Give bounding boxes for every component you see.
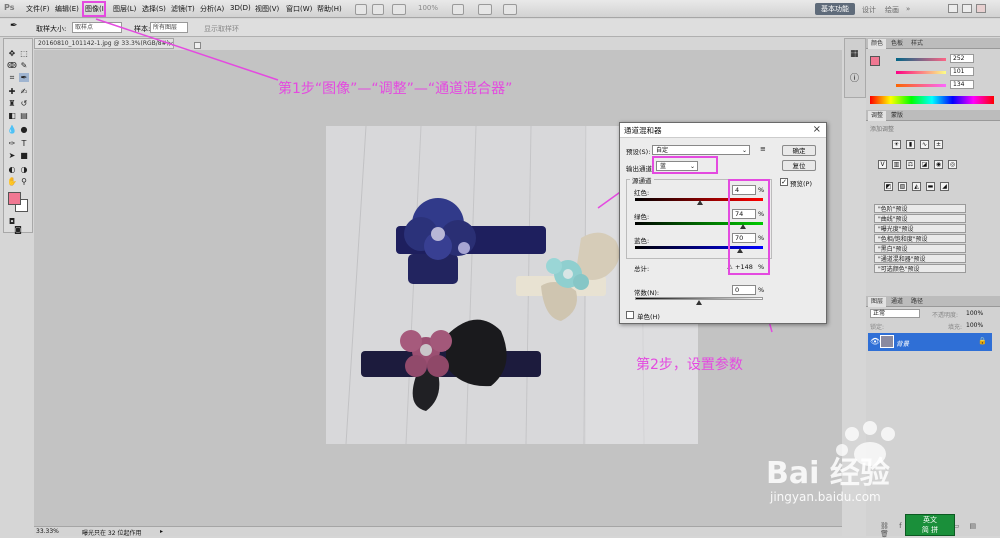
preset-curves[interactable]: "曲线"预设 [874, 214, 966, 223]
red-slider-thumb[interactable] [697, 200, 703, 205]
step1-annotation: 第1步“图像”—“调整”—“通道混合器” [278, 81, 513, 97]
tab-adjustments[interactable]: 调整 [868, 111, 887, 121]
ime-line1: 英文 [923, 516, 937, 524]
tab-channels[interactable]: 通道 [888, 297, 906, 307]
preset-options-icon[interactable]: ≡ [760, 145, 766, 153]
tab-paths[interactable]: 路径 [908, 297, 926, 307]
ime-line2: 简 拼 [921, 526, 939, 534]
blue-label: 蓝色: [634, 237, 650, 245]
history-icon[interactable]: ▦ [850, 49, 859, 59]
color-fg-swatch[interactable] [870, 56, 880, 66]
preset-black-white[interactable]: "黑白"预设 [874, 244, 966, 253]
photo-filter-icon[interactable]: ◉ [934, 160, 943, 169]
layers-panel-tabs: 图层 通道 路径 [866, 296, 1000, 307]
output-channel-label: 输出通道: [626, 165, 655, 173]
fill-label: 填充: [948, 324, 963, 331]
opacity-label: 不透明度: [932, 312, 959, 319]
baidu-watermark-text: Bai 经验 [766, 456, 890, 491]
adjust-panel-tabs: 调整 蒙版 [866, 110, 1000, 121]
r-value[interactable]: 252 [950, 54, 974, 63]
adjust-hint: 添加调整 [870, 126, 895, 133]
color-panel-tabs: 颜色 色板 样式 [866, 38, 1000, 49]
source-channels-label: 源通道 [630, 175, 654, 185]
preset-value: 自定 [656, 147, 669, 154]
selective-color-icon[interactable]: ◢ [940, 182, 949, 191]
layer-thumbnail [880, 335, 894, 348]
tab-swatches[interactable]: 色板 [888, 39, 906, 49]
tab-layers[interactable]: 图层 [868, 297, 887, 307]
preset-chevron-icon: ⌄ [741, 147, 747, 154]
panel-dock: ▦ ⓘ [844, 38, 866, 98]
invert-icon[interactable]: ◩ [884, 182, 893, 191]
blend-mode-select[interactable]: 正常 [870, 309, 920, 318]
tab-styles[interactable]: 样式 [908, 39, 926, 49]
threshold-icon[interactable]: ◭ [912, 182, 921, 191]
constant-input[interactable]: 0 [732, 285, 756, 295]
step2-annotation: 第2步，设置参数 [636, 357, 743, 373]
posterize-icon[interactable]: ▧ [898, 182, 907, 191]
layer-lock-icon: 🔒 [978, 337, 987, 345]
layer-name: 背景 [896, 340, 909, 348]
monochrome-checkbox[interactable] [626, 311, 634, 319]
preset-select[interactable]: 自定 ⌄ [652, 145, 750, 155]
preset-selective-color[interactable]: "可选颜色"预设 [874, 264, 966, 273]
g-slider[interactable] [896, 71, 946, 74]
exposure-icon[interactable]: ± [934, 140, 943, 149]
green-label: 绿色: [634, 213, 650, 221]
monochrome-label: 单色(H) [637, 313, 660, 321]
values-highlight [728, 179, 770, 275]
fill-value[interactable]: 100% [966, 322, 983, 329]
g-value[interactable]: 101 [950, 67, 974, 76]
layer-row-background[interactable]: 👁 背景 🔒 [868, 333, 992, 351]
brightness-icon[interactable]: ☀ [892, 140, 901, 149]
vibrance-icon[interactable]: V [878, 160, 887, 169]
b-slider[interactable] [896, 84, 946, 87]
baidu-watermark-url: jingyan.baidu.com [770, 490, 881, 504]
ok-button[interactable]: 确定 [782, 145, 816, 156]
red-label: 红色: [634, 189, 650, 197]
constant-label: 常数(N): [634, 289, 660, 297]
ime-indicator[interactable]: 英文 简 拼 [905, 514, 955, 536]
dialog-close-icon[interactable]: × [813, 124, 821, 135]
color-ramp[interactable] [870, 96, 994, 104]
b-value[interactable]: 134 [950, 80, 974, 89]
total-label: 总计: [634, 265, 650, 273]
preset-channel-mixer[interactable]: "通道混和器"预设 [874, 254, 966, 263]
levels-icon[interactable]: ▮ [906, 140, 915, 149]
curves-icon[interactable]: ∿ [920, 140, 929, 149]
foreground-color-swatch[interactable] [8, 192, 21, 205]
info-icon[interactable]: ⓘ [850, 71, 859, 84]
preset-hue-saturation[interactable]: "色相/饱和度"预设 [874, 234, 966, 243]
visibility-eye-icon[interactable]: 👁 [870, 337, 880, 346]
channel-mixer-dialog: 通道混和器 × 预设(S): 自定 ⌄ ≡ 输出通道: 蓝 ⌄ 确定 复位 ✓ … [619, 122, 827, 324]
r-slider[interactable] [896, 58, 946, 61]
constant-slider-thumb[interactable] [696, 300, 702, 305]
opacity-value[interactable]: 100% [966, 310, 983, 317]
hue-saturation-icon[interactable]: ▥ [892, 160, 901, 169]
channel-mixer-icon[interactable]: ◎ [948, 160, 957, 169]
reset-button[interactable]: 复位 [782, 160, 816, 171]
preset-levels[interactable]: "色阶"预设 [874, 204, 966, 213]
preview-checkbox[interactable]: ✓ [780, 178, 788, 186]
preview-label: 预览(P) [790, 180, 812, 188]
color-balance-icon[interactable]: ⚖ [906, 160, 915, 169]
tab-masks[interactable]: 蒙版 [888, 111, 906, 121]
constant-percent: % [758, 286, 765, 294]
gradient-map-icon[interactable]: ▬ [926, 182, 935, 191]
black-white-icon[interactable]: ◪ [920, 160, 929, 169]
lock-label: 锁定: [870, 324, 885, 331]
tab-color[interactable]: 颜色 [868, 39, 887, 49]
preset-exposure[interactable]: "曝光度"预设 [874, 224, 966, 233]
dialog-title: 通道混和器 [620, 123, 826, 138]
output-channel-highlight [652, 156, 718, 174]
preset-label: 预设(S): [626, 148, 651, 156]
